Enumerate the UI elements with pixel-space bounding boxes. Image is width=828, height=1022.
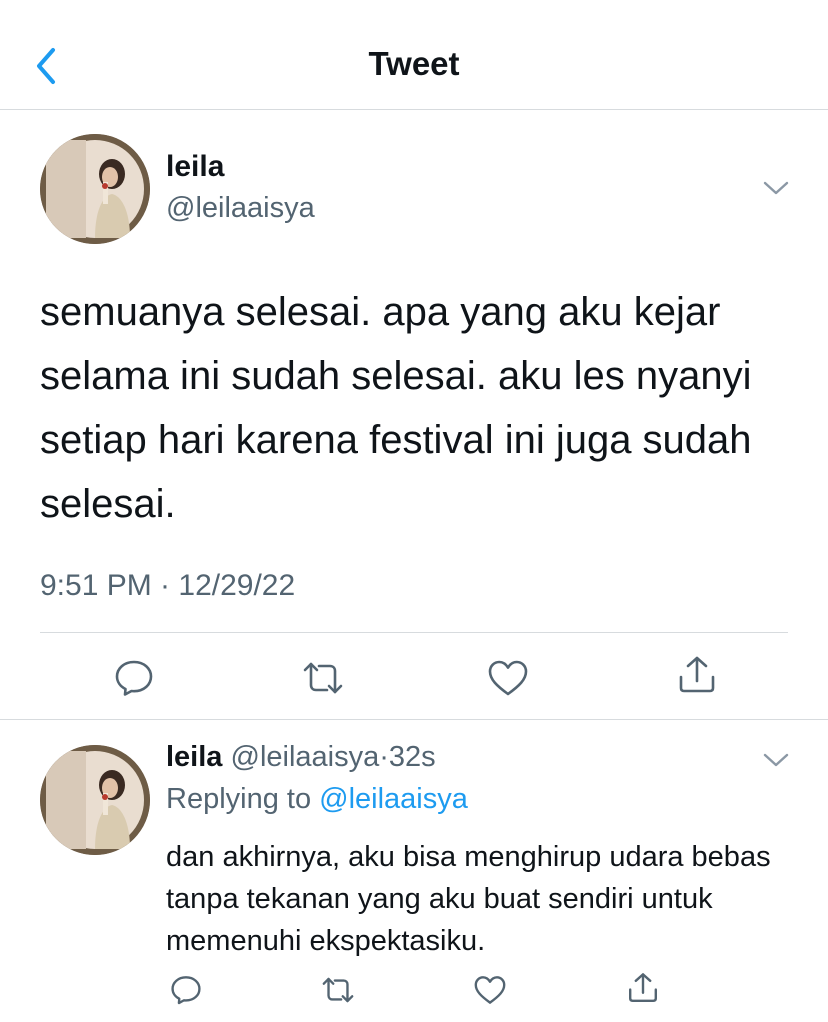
tweet-text: semuanya selesai. apa yang aku kejar sel… — [40, 290, 752, 526]
avatar[interactable] — [40, 134, 150, 244]
replying-to: Replying to @leilaaisya — [166, 783, 468, 816]
reply-icon — [171, 976, 201, 1005]
separator-dot: · — [379, 741, 389, 773]
like-icon — [488, 660, 528, 696]
display-name[interactable]: leila — [166, 741, 222, 773]
like-button[interactable] — [487, 659, 529, 697]
reply-icon — [115, 660, 153, 696]
tweet-timestamp[interactable]: 9:51 PM · 12/29/22 — [40, 569, 295, 603]
chevron-down-icon — [763, 181, 789, 195]
profile-photo — [40, 745, 150, 855]
like-icon — [474, 976, 506, 1004]
like-button[interactable] — [473, 975, 507, 1005]
share-icon — [629, 973, 657, 1002]
profile-photo — [40, 134, 150, 244]
display-name[interactable]: leila — [166, 150, 224, 184]
page-title: Tweet — [368, 45, 460, 82]
retweet-button[interactable] — [301, 659, 345, 697]
avatar[interactable] — [40, 745, 150, 855]
top-nav-bar: Tweet — [0, 0, 828, 110]
reply-time[interactable]: 32s — [389, 741, 436, 773]
reply-text: dan akhirnya, aku bisa menghirup udara b… — [166, 841, 771, 957]
user-handle[interactable]: @leilaaisya — [231, 741, 380, 773]
retweet-icon — [303, 662, 343, 694]
reply-button[interactable] — [114, 659, 154, 697]
reply-header: leila @leilaaisya·32s — [166, 741, 436, 774]
retweet-button[interactable] — [320, 975, 356, 1005]
reply-button[interactable] — [170, 975, 202, 1005]
share-icon — [679, 656, 715, 693]
replying-handle-link[interactable]: @leilaaisya — [319, 783, 468, 815]
divider — [0, 719, 828, 720]
share-button[interactable] — [677, 655, 717, 695]
user-handle[interactable]: @leilaaisya — [166, 192, 315, 225]
replying-prefix: Replying to — [166, 783, 320, 815]
tweet-options-button[interactable] — [762, 178, 790, 198]
share-button[interactable] — [627, 971, 659, 1005]
retweet-icon — [322, 977, 354, 1003]
chevron-down-icon — [763, 753, 789, 767]
divider — [40, 632, 788, 633]
tweet-options-button[interactable] — [762, 750, 790, 770]
